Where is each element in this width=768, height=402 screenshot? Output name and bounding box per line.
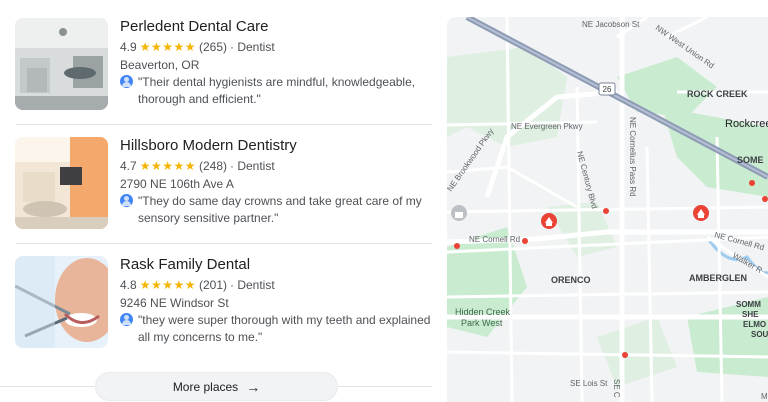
map-label: NE Jacobson St [582, 20, 640, 29]
map-label-hwy: 26 [603, 85, 612, 94]
place-address: 2790 NE 106th Ave A [120, 177, 234, 191]
place-rating-row: 4.9 ★★★★★ (265) · Dentist [120, 40, 275, 54]
review-text: "They do same day crowns and take great … [138, 194, 422, 225]
review-text: "they were super thorough with my teeth … [138, 313, 431, 344]
map-label: NE Cornelius Pass Rd [628, 117, 637, 197]
map-label: SOMM [736, 300, 761, 309]
map-label: Rockcree [725, 118, 768, 130]
dentist-pin-icon[interactable] [693, 205, 709, 221]
place-address: 9246 NE Windsor St [120, 296, 229, 310]
reviewer-avatar-icon [120, 194, 133, 207]
place-review: "Their dental hygienists are mindful, kn… [120, 74, 432, 108]
map-label: ORENCO [551, 275, 591, 285]
place-name[interactable]: Rask Family Dental [120, 256, 250, 273]
place-photo[interactable] [15, 18, 108, 110]
map-label: ELMO [743, 320, 766, 329]
place-review: "They do same day crowns and take great … [120, 193, 432, 227]
place-photo[interactable] [15, 137, 108, 229]
rating-value: 4.8 [120, 278, 137, 292]
star-rating-icon: ★★★★★ [139, 159, 196, 173]
map-label: SHE [742, 310, 759, 319]
place-category: · Dentist [230, 278, 275, 292]
rating-value: 4.7 [120, 159, 137, 173]
rating-value: 4.9 [120, 40, 137, 54]
place-address: Beaverton, OR [120, 58, 200, 72]
place-category: · Dentist [230, 159, 275, 173]
review-count: (201) [198, 278, 227, 292]
review-count: (265) [198, 40, 227, 54]
place-item[interactable]: Perledent Dental Care 4.9 ★★★★★ (265) · … [0, 0, 432, 119]
place-name[interactable]: Perledent Dental Care [120, 18, 268, 35]
map-view[interactable]: 26 NE Jacobson St NW West Union Rd ROCK … [447, 17, 768, 402]
map-label: SOME [737, 155, 764, 165]
more-places-button[interactable]: More places → [95, 372, 338, 401]
map-label: SE Lois St [570, 379, 608, 388]
place-rating-row: 4.7 ★★★★★ (248) · Dentist [120, 159, 275, 173]
place-item[interactable]: Hillsboro Modern Dentistry 4.7 ★★★★★ (24… [0, 119, 432, 238]
map-label: NE Evergreen Pkwy [511, 122, 583, 131]
star-rating-icon: ★★★★★ [139, 278, 196, 292]
lock-icon [455, 212, 463, 218]
map-label: ROCK CREEK [687, 89, 748, 99]
place-name[interactable]: Hillsboro Modern Dentistry [120, 137, 297, 154]
place-item[interactable]: Rask Family Dental 4.8 ★★★★★ (201) · Den… [0, 238, 432, 357]
star-rating-icon: ★★★★★ [139, 40, 196, 54]
map-label: Park West [461, 318, 503, 328]
dentist-pin-icon[interactable] [541, 213, 557, 229]
map-label: NE Cornell Rd [469, 235, 520, 244]
review-text: "Their dental hygienists are mindful, kn… [138, 75, 416, 106]
arrow-right-icon: → [246, 378, 261, 395]
place-category: · Dentist [230, 40, 275, 54]
more-places-label: More places [172, 379, 239, 394]
review-count: (248) [198, 159, 227, 173]
map-label: AMBERGLEN [689, 273, 747, 283]
map-label: Hidden Creek [455, 307, 511, 317]
map-label: SE C [612, 379, 621, 398]
place-review: "they were super thorough with my teeth … [120, 312, 432, 346]
reviewer-avatar-icon [120, 75, 133, 88]
reviewer-avatar-icon [120, 313, 133, 326]
map-label: M [761, 392, 768, 401]
places-list: Perledent Dental Care 4.9 ★★★★★ (265) · … [0, 0, 432, 402]
place-photo[interactable] [15, 256, 108, 348]
map-label: SOU [751, 330, 768, 339]
place-rating-row: 4.8 ★★★★★ (201) · Dentist [120, 278, 275, 292]
